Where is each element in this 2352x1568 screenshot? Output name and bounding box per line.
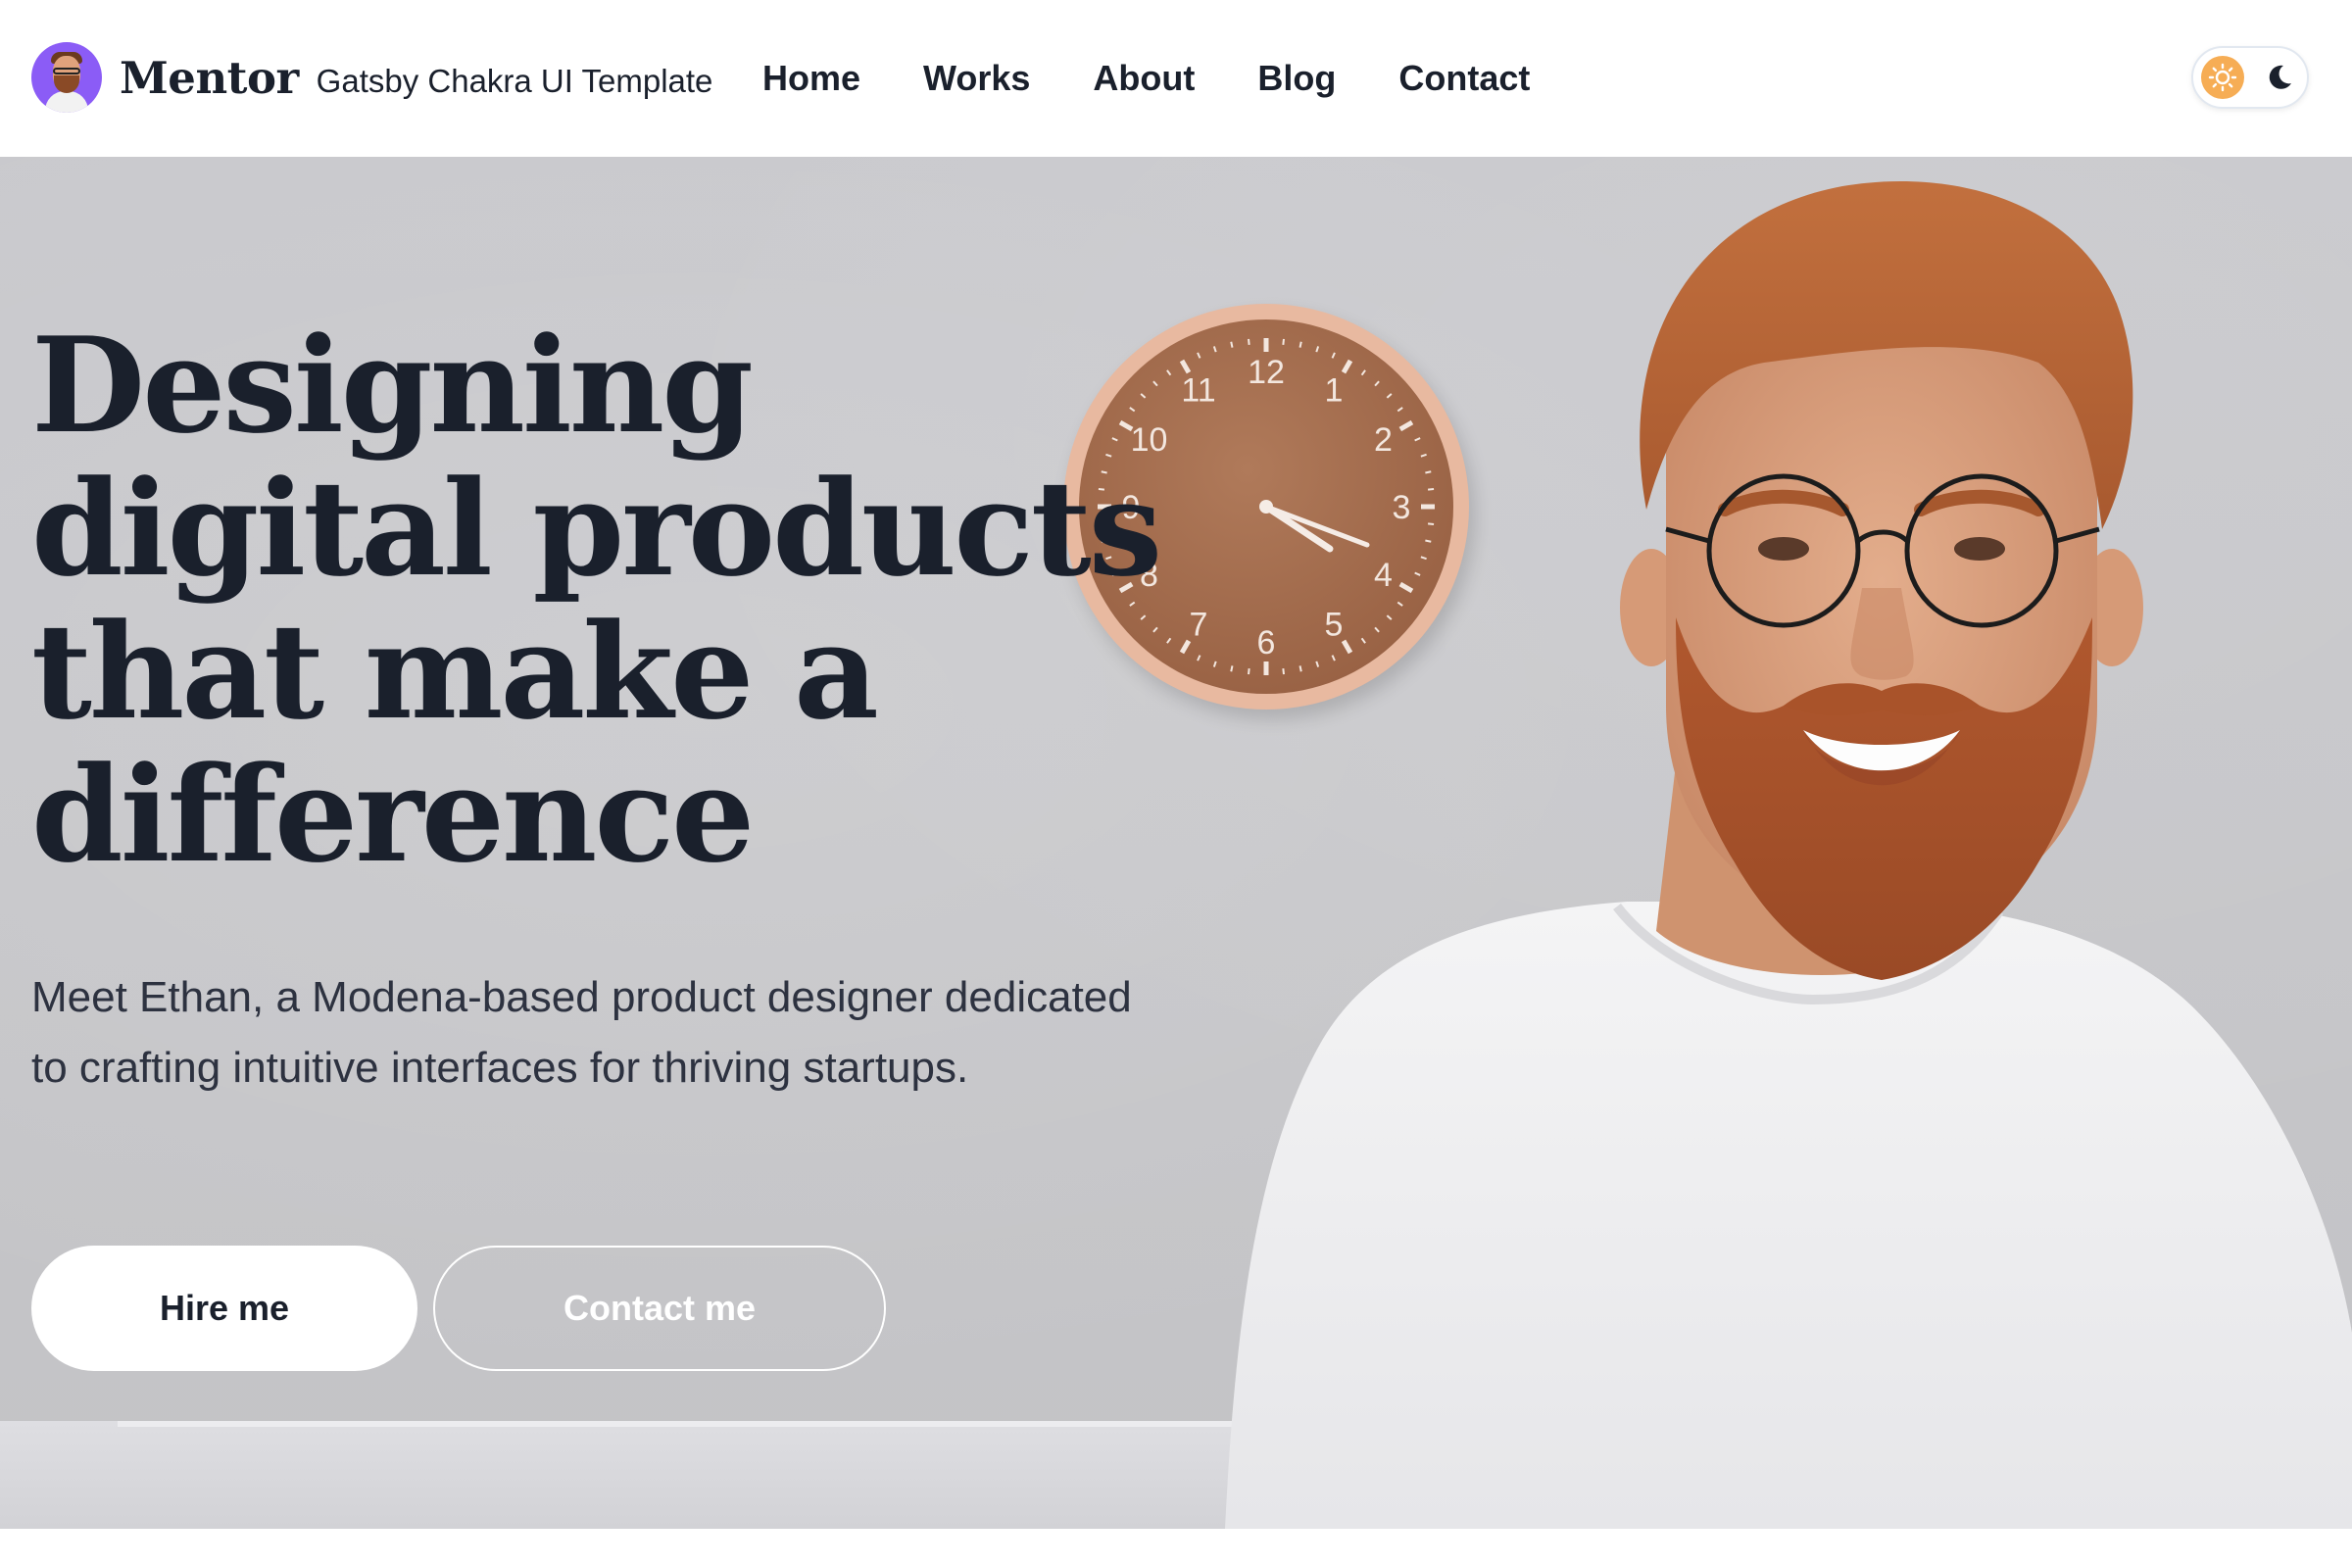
hero-subtitle: Meet Ethan, a Modena-based product desig…: [31, 973, 1132, 1092]
brand-link[interactable]: Mentor Gatsby Chakra UI Template: [31, 42, 712, 113]
portrait-image: [1225, 181, 2352, 1529]
hero-section: 12 1 2 3 4 5 6 7 8 9 10 11 Designing dig…: [0, 157, 2352, 1529]
desk-surface: [0, 1421, 1294, 1529]
sun-icon[interactable]: [2201, 56, 2244, 99]
nav-link-blog[interactable]: Blog: [1257, 51, 1336, 106]
brand-name: Mentor: [120, 51, 299, 104]
hero-headline: Designing digital products that make a d…: [31, 308, 1162, 892]
nav-link-contact[interactable]: Contact: [1398, 51, 1530, 106]
main-nav: Home Works About Blog Contact: [762, 51, 1592, 106]
theme-toggle[interactable]: [2191, 46, 2309, 109]
nav-link-works[interactable]: Works: [923, 51, 1030, 106]
page-bottom: [0, 1529, 2352, 1568]
desk-edge: [118, 1421, 1294, 1427]
brand-subtitle: Gatsby Chakra UI Template: [316, 63, 713, 99]
contact-me-button[interactable]: Contact me: [433, 1246, 886, 1371]
nav-link-about[interactable]: About: [1093, 51, 1195, 106]
nav-link-home[interactable]: Home: [762, 51, 860, 106]
top-navbar: Mentor Gatsby Chakra UI Template Home Wo…: [0, 0, 2352, 157]
moon-icon[interactable]: [2258, 56, 2301, 99]
avatar-icon: [31, 42, 102, 113]
hire-me-button[interactable]: Hire me: [31, 1246, 417, 1371]
